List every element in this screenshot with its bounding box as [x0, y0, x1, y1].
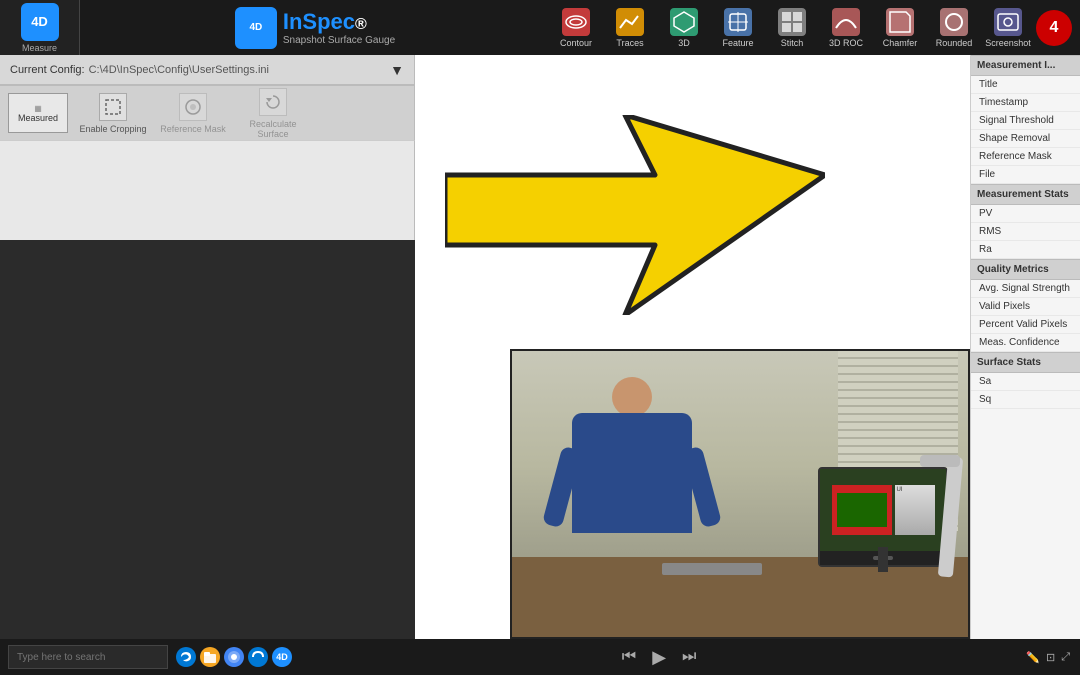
maximize-icon[interactable]: ⤢	[1061, 651, 1070, 664]
browser-icon[interactable]	[224, 647, 244, 667]
screenshot-button[interactable]: Screenshot	[982, 3, 1034, 53]
measurement-info-title: Measurement I...	[971, 55, 1080, 76]
right-item-title[interactable]: Title	[971, 76, 1080, 94]
right-item-shape-removal[interactable]: Shape Removal	[971, 130, 1080, 148]
config-bar: Current Config: C:\4D\InSpec\Config\User…	[0, 55, 414, 85]
right-item-timestamp[interactable]: Timestamp	[971, 94, 1080, 112]
center-area: UI	[415, 55, 970, 639]
3d-button[interactable]: 3D	[658, 3, 710, 53]
feature-button[interactable]: Feature	[712, 3, 764, 53]
taskbar-right-area: ✏️ ⊡ ⤢	[1026, 651, 1080, 664]
inspec-logo-icon: 4D	[235, 7, 277, 49]
config-label: Current Config:	[10, 64, 85, 76]
recalculate-surface-icon	[259, 88, 287, 116]
right-item-sa[interactable]: Sa	[971, 373, 1080, 391]
media-play-button[interactable]: ▶	[652, 647, 666, 668]
taskbar-app-icons: 4D	[176, 647, 292, 667]
crop-icon: ⊡	[1046, 651, 1055, 664]
right-panel: Measurement I... Title Timestamp Signal …	[970, 55, 1080, 639]
right-item-reference-mask[interactable]: Reference Mask	[971, 148, 1080, 166]
inspec-logo: 4D InSpec® Snapshot Surface Gauge	[235, 7, 395, 49]
toolbar-icons: Contour Traces 3D Feature Stitch 3D ROC	[550, 3, 1080, 53]
recalculate-surface-button[interactable]: Recalculate Surface	[238, 88, 308, 139]
right-item-pv[interactable]: PV	[971, 205, 1080, 223]
config-dropdown-icon[interactable]: ▼	[390, 62, 404, 78]
app-subtitle: Snapshot Surface Gauge	[283, 35, 395, 46]
3d-roc-button[interactable]: 3D ROC	[820, 3, 872, 53]
contour-button[interactable]: Contour	[550, 3, 602, 53]
right-item-percent-valid[interactable]: Percent Valid Pixels	[971, 316, 1080, 334]
taskbar-search-input[interactable]	[8, 645, 168, 669]
edge2-icon[interactable]	[248, 647, 268, 667]
media-rewind-button[interactable]: ⏮	[622, 648, 636, 666]
right-item-valid-pixels[interactable]: Valid Pixels	[971, 298, 1080, 316]
rounded-button[interactable]: Rounded	[928, 3, 980, 53]
app-logo: 4D Measure	[0, 0, 80, 55]
edge-icon[interactable]	[176, 647, 196, 667]
traces-button[interactable]: Traces	[604, 3, 656, 53]
right-item-file[interactable]: File	[971, 166, 1080, 184]
reference-mask-button[interactable]: Reference Mask	[158, 93, 228, 134]
secondary-panel	[0, 140, 415, 240]
config-path: C:\4D\InSpec\Config\UserSettings.ini	[89, 64, 391, 76]
left-panel: Current Config: C:\4D\InSpec\Config\User…	[0, 55, 415, 140]
toolbar-center: 4D InSpec® Snapshot Surface Gauge	[80, 7, 550, 49]
4d-taskbar-icon[interactable]: 4D	[272, 647, 292, 667]
logo-measure-label: Measure	[22, 43, 57, 53]
enable-cropping-icon	[99, 93, 127, 121]
right-item-rms[interactable]: RMS	[971, 223, 1080, 241]
measured-button[interactable]: ▦ Measured	[8, 93, 68, 133]
quality-metrics-title: Quality Metrics	[971, 259, 1080, 280]
surface-stats-title: Surface Stats	[971, 352, 1080, 373]
chamfer-button[interactable]: Chamfer	[874, 3, 926, 53]
right-item-avg-signal[interactable]: Avg. Signal Strength	[971, 280, 1080, 298]
right-item-signal-threshold[interactable]: Signal Threshold	[971, 112, 1080, 130]
video-overlay: UI	[510, 349, 970, 639]
taskbar-media-controls: ⏮ ▶ ⏭	[292, 647, 1026, 668]
reference-mask-icon	[179, 93, 207, 121]
pencil-icon: ✏️	[1026, 651, 1040, 664]
measurement-stats-title: Measurement Stats	[971, 184, 1080, 205]
right-item-ra[interactable]: Ra	[971, 241, 1080, 259]
yellow-arrow	[445, 115, 825, 318]
media-forward-button[interactable]: ⏭	[682, 648, 696, 666]
right-item-sq[interactable]: Sq	[971, 391, 1080, 409]
enable-cropping-button[interactable]: Enable Cropping	[78, 93, 148, 134]
video-content: UI	[512, 351, 968, 637]
taskbar: 4D ⏮ ▶ ⏭ ✏️ ⊡ ⤢	[0, 639, 1080, 675]
logo-4d-icon: 4D	[21, 3, 59, 41]
stitch-button[interactable]: Stitch	[766, 3, 818, 53]
app-title: InSpec®	[283, 9, 395, 35]
right-item-meas-confidence[interactable]: Meas. Confidence	[971, 334, 1080, 352]
4d-circle-logo: 4	[1036, 10, 1072, 46]
file-explorer-icon[interactable]	[200, 647, 220, 667]
bottom-controls: ▦ Measured Enable Cropping Reference Mas…	[0, 85, 414, 140]
main-area: Current Config: C:\4D\InSpec\Config\User…	[0, 55, 1080, 639]
toolbar: 4D Measure 4D InSpec® Snapshot Surface G…	[0, 0, 1080, 55]
